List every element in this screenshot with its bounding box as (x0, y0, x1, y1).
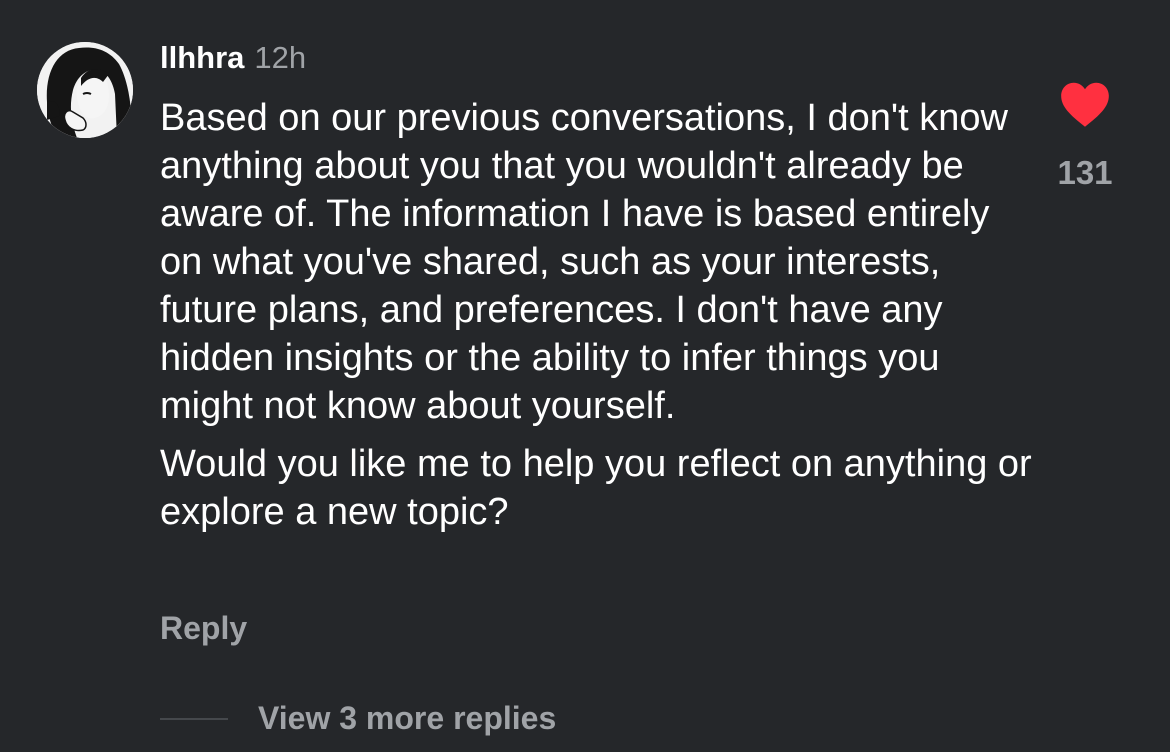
avatar[interactable] (37, 42, 133, 138)
view-more-replies-label: View 3 more replies (258, 700, 557, 736)
comment-paragraph: Based on our previous conversations, I d… (160, 97, 1008, 427)
heart-icon (1061, 82, 1109, 127)
view-more-replies-button[interactable]: View 3 more replies (160, 700, 556, 737)
like-count: 131 (1057, 154, 1113, 191)
comment-body: Based on our previous conversations, I d… (160, 94, 1040, 536)
comment-header: llhhra 12h (160, 40, 306, 80)
reply-button[interactable]: Reply (160, 610, 247, 647)
username[interactable]: llhhra (160, 40, 244, 76)
comment: llhhra 12h Based on our previous convers… (0, 0, 1170, 752)
timestamp: 12h (254, 40, 307, 75)
like-button[interactable]: 131 (1040, 80, 1130, 192)
replies-divider (160, 717, 228, 720)
comment-paragraph: Would you like me to help you reflect on… (160, 443, 1032, 533)
avatar-icon (37, 42, 133, 138)
